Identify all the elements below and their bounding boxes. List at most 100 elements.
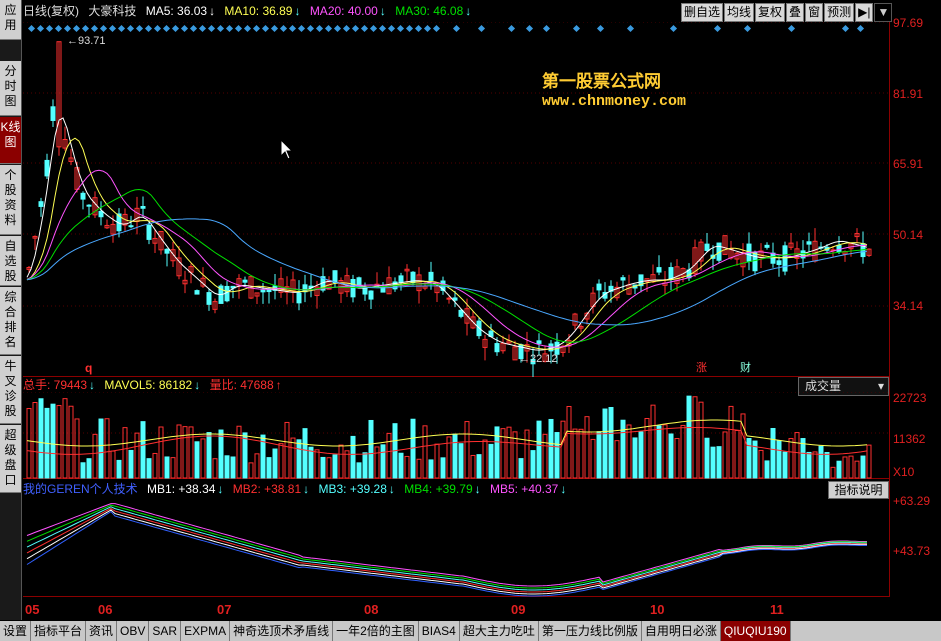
mouse-cursor-icon	[280, 138, 294, 160]
volume-bar	[290, 437, 296, 479]
ma5-value: MA5: 36.03 ↓	[145, 4, 216, 18]
forecast-button[interactable]: 预测	[824, 3, 855, 22]
nav-kline[interactable]: K线图	[0, 117, 21, 164]
volume-bar	[770, 427, 776, 479]
watermark-title: 第一股票公式网	[542, 72, 661, 92]
volume-bar	[614, 440, 620, 479]
high-price-label: ←93.71	[67, 35, 106, 47]
volume-bar	[344, 450, 350, 479]
signal-diamond	[315, 24, 324, 33]
candle-body	[656, 267, 662, 273]
volume-bar	[104, 418, 110, 479]
indicator-name[interactable]: 我的GEREN个人技术	[23, 482, 138, 496]
month-label-09: 09	[511, 602, 526, 617]
window-button[interactable]: 窗	[805, 3, 824, 22]
tab-sar[interactable]: SAR	[149, 621, 182, 641]
tab-bias4[interactable]: BIAS4	[419, 621, 460, 641]
volume-select-value: 成交量	[805, 379, 842, 393]
overlay-button[interactable]: 叠	[786, 3, 805, 22]
volume-bar	[362, 452, 368, 479]
volume-bar	[146, 458, 152, 479]
volume-bar	[266, 457, 272, 479]
nav-app[interactable]: 应用	[0, 0, 21, 40]
adjust-button[interactable]: 复权	[755, 3, 786, 22]
remove-watchlist-button[interactable]: 删自选	[681, 3, 724, 22]
ma-button[interactable]: 均线	[724, 3, 755, 22]
tab-expma[interactable]: EXPMA	[181, 621, 231, 641]
volume-bar	[416, 458, 422, 479]
candle-body	[452, 297, 458, 301]
indicator-chart[interactable]	[23, 497, 889, 597]
volume-bar	[350, 435, 356, 479]
nav-watchlist[interactable]: 自选股	[0, 236, 21, 286]
volume-bar	[110, 450, 116, 479]
ma60-line	[26, 218, 868, 326]
signal-diamond	[306, 24, 315, 33]
nav-stock-info[interactable]: 个股资料	[0, 165, 21, 235]
tab-double-main[interactable]: 一年2倍的主图	[333, 621, 419, 641]
price-tick-3: 65.91	[893, 157, 924, 171]
tab-news[interactable]: 资讯	[86, 621, 118, 641]
volume-bar	[470, 454, 476, 479]
candle-body	[206, 292, 212, 305]
volume-chart[interactable]	[23, 392, 889, 479]
indicator-header: 我的GEREN个人技术 MB1: +38.34 ↓ MB2: +38.81 ↓ MB…	[23, 481, 572, 498]
volume-bar	[746, 437, 752, 479]
month-label-10: 10	[650, 602, 665, 617]
signal-diamond	[279, 24, 288, 33]
volume-bar	[548, 418, 554, 479]
volume-bar	[620, 419, 626, 479]
volume-bar	[458, 443, 464, 479]
volume-bar	[698, 401, 704, 479]
tab-indicator-platform[interactable]: 指标平台	[31, 621, 87, 641]
volume-bar	[710, 446, 716, 479]
nav-diagnosis[interactable]: 牛叉诊股	[0, 356, 21, 424]
mavol5-value: MAVOL5: 86182 ↓	[104, 378, 201, 392]
tab-qiuqiu190[interactable]: QIUQIU190	[720, 621, 791, 641]
signal-diamond	[99, 24, 108, 33]
volume-bar	[206, 432, 212, 479]
signal-diamond	[787, 24, 796, 33]
candle-body	[458, 309, 464, 317]
signal-diamond	[189, 24, 198, 33]
volume-bar	[140, 421, 146, 479]
tab-tomorrow-rise[interactable]: 自用明日必涨	[642, 621, 721, 641]
indicator-canvas[interactable]	[23, 497, 889, 597]
low-price-label: ←22.12	[519, 353, 558, 365]
indicator-tick-1: +63.29	[893, 494, 931, 508]
nav-level2[interactable]: 超级盘口	[0, 425, 21, 493]
kline-chart[interactable]: ←93.71 ←22.12 q 涨 财	[23, 22, 889, 377]
mb1-value: MB1: +38.34 ↓	[147, 482, 224, 496]
end-icon[interactable]: ▶|	[855, 3, 874, 22]
candle-body	[98, 210, 104, 218]
signal-diamond	[452, 24, 461, 33]
period-label[interactable]: 日线(复权)	[23, 4, 79, 18]
tab-obv[interactable]: OBV	[117, 621, 150, 641]
tab-settings[interactable]: 设置	[0, 621, 32, 641]
volume-bar	[716, 446, 722, 479]
stock-name: 大豪科技	[88, 4, 137, 18]
volume-bar	[854, 460, 860, 479]
signal-diamond	[153, 24, 162, 33]
signal-diamond	[162, 24, 171, 33]
tab-pressure-line[interactable]: 第一压力线比例版	[539, 621, 642, 641]
signal-diamond	[252, 24, 261, 33]
volume-bar	[476, 454, 482, 479]
volume-bar	[200, 438, 206, 479]
volume-bar	[842, 456, 848, 479]
nav-ranking[interactable]: 综合排名	[0, 287, 21, 355]
signal-diamond	[72, 24, 81, 33]
tab-main-force[interactable]: 超大主力吃吐	[460, 621, 539, 641]
nav-intraday[interactable]: 分时图	[0, 61, 21, 116]
volume-bar	[560, 420, 566, 479]
volume-bar	[776, 440, 782, 479]
volume-bar	[692, 396, 698, 479]
volume-bar	[440, 457, 446, 479]
tab-magic-top[interactable]: 神奇选顶术矛盾线	[230, 621, 334, 641]
volume-canvas[interactable]	[23, 392, 889, 479]
signal-diamond	[396, 24, 405, 33]
kline-canvas[interactable]: ←93.71 ←22.12 q 涨 财	[23, 22, 889, 377]
signal-diamond	[117, 24, 126, 33]
volume-bar	[296, 439, 302, 479]
dropdown-icon[interactable]: ▼	[874, 3, 893, 22]
